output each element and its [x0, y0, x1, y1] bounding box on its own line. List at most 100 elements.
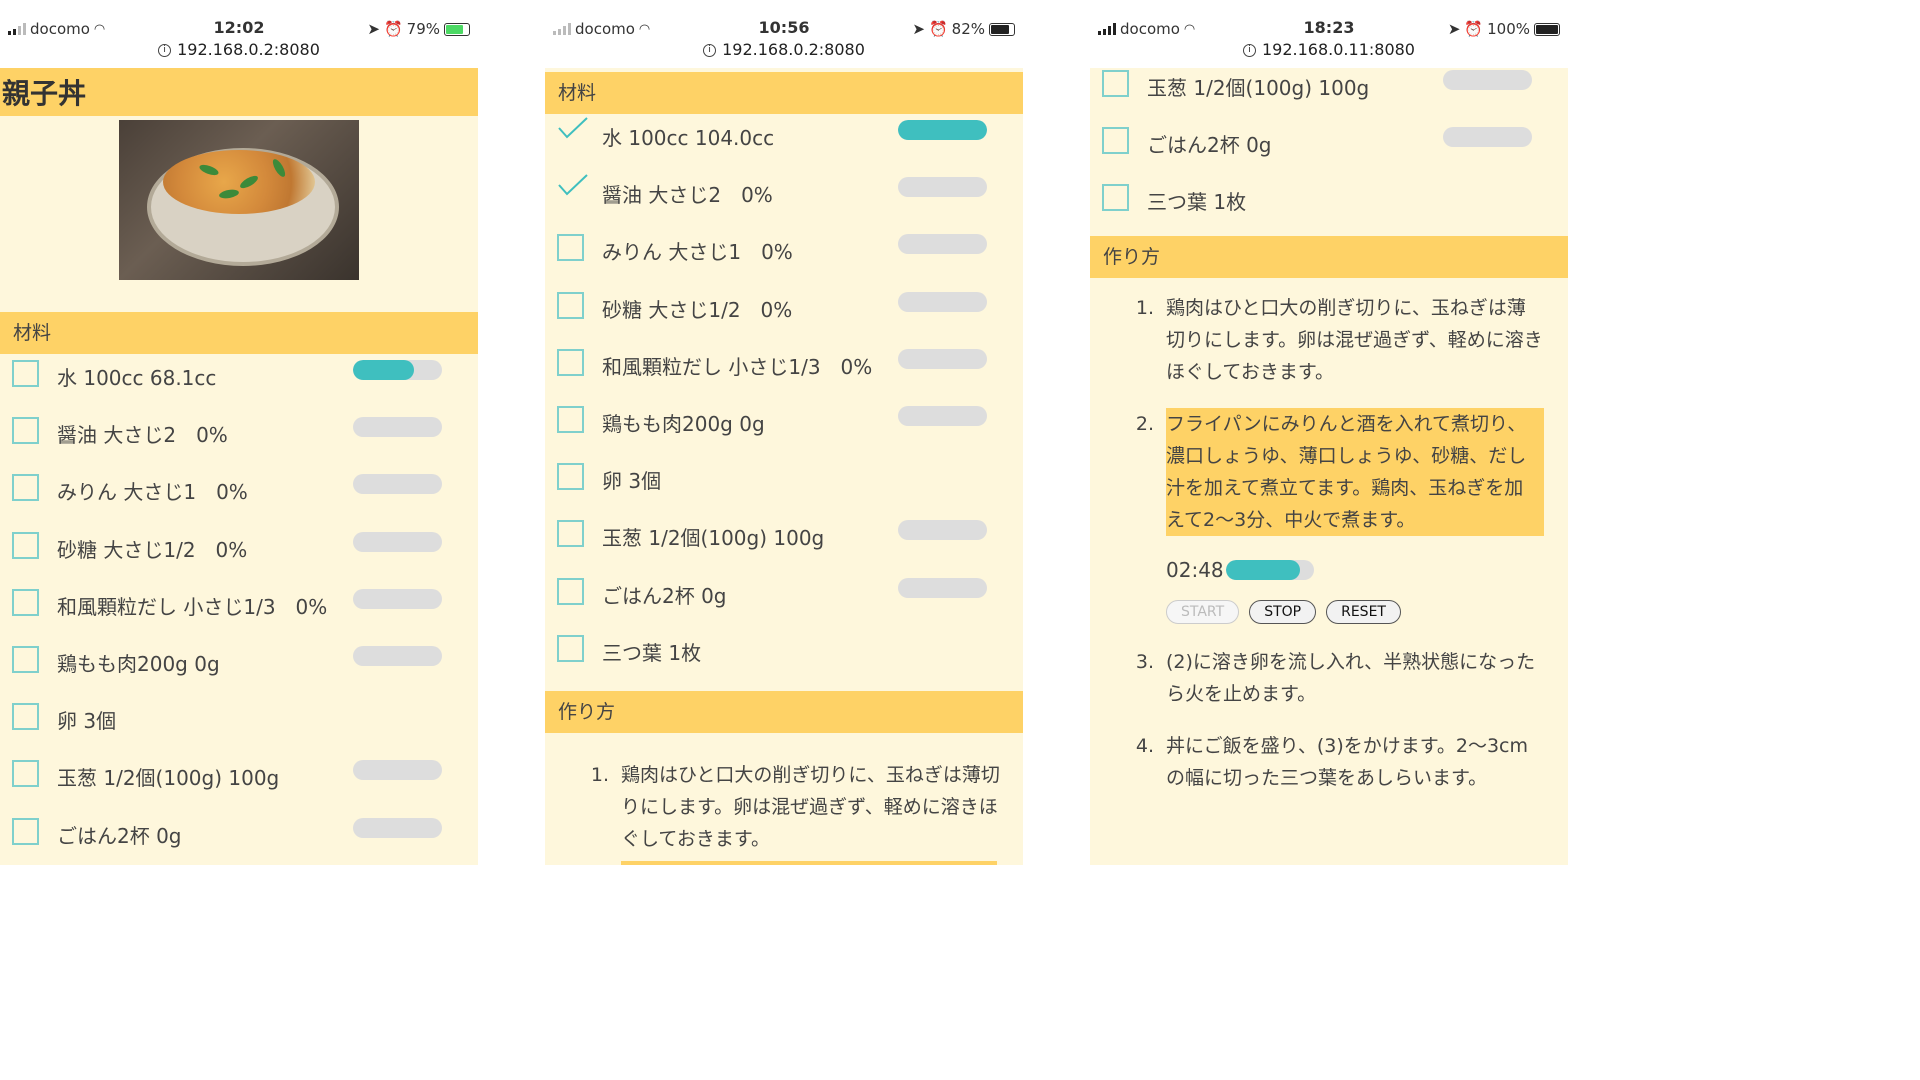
- status-bar: docomo ◠ 12:02 ➤ ⏰ 79%: [0, 0, 478, 40]
- address-bar[interactable]: i 192.168.0.2:8080: [545, 40, 1023, 69]
- ingredient-row[interactable]: 玉葱 1/2個(100g) 100g: [545, 514, 1023, 571]
- ingredient-label: ごはん2杯 0g: [602, 583, 727, 608]
- ingredients-header: 材料: [545, 72, 1023, 114]
- ingredient-row[interactable]: ごはん2杯 0g: [0, 812, 478, 866]
- ingredient-checkbox[interactable]: [12, 703, 39, 731]
- step-text: フライパンにみりんと酒を入れて煮切り、濃口しょうゆ、薄口しょうゆ、砂糖、だし汁を…: [1166, 407, 1544, 536]
- ingredient-row[interactable]: 玉葱 1/2個(100g) 100g: [1090, 68, 1568, 121]
- timer: 02:48: [1166, 558, 1544, 582]
- ingredient-checkbox[interactable]: [12, 760, 39, 788]
- ingredient-row[interactable]: 鶏もも肉200g 0g: [545, 400, 1023, 457]
- ingredient-row[interactable]: 鶏もも肉200g 0g: [0, 640, 478, 697]
- ingredient-label: 三つ葉 1枚: [1147, 190, 1247, 215]
- scale-progress-fill: [898, 120, 987, 140]
- scale-progress-bar: [898, 348, 987, 369]
- ingredient-checkbox[interactable]: [1102, 70, 1129, 97]
- ingredient-label: 水 100cc 104.0cc: [602, 126, 775, 150]
- timer-reset-button[interactable]: RESET: [1326, 599, 1401, 624]
- phone-screen-2: docomo ◠ 10:56 ➤ ⏰ 82% i 192.168.0.2:8080…: [545, 0, 1023, 865]
- ingredient-row[interactable]: 水 100cc 68.1cc: [0, 354, 478, 411]
- step-text: 鶏肉はひと口大の削ぎ切りに、玉ねぎは薄切りにします。卵は混ぜ過ぎず、軽めに溶きほ…: [1166, 296, 1543, 383]
- ingredient-checkbox[interactable]: [12, 588, 39, 616]
- ingredient-label: 醤油 大さじ2 0%: [602, 183, 773, 208]
- ingredient-row[interactable]: みりん 大さじ1 0%: [0, 468, 478, 525]
- ingredient-row[interactable]: 三つ葉 1枚: [545, 629, 1023, 686]
- url-text: 192.168.0.2:8080: [177, 40, 320, 59]
- timer-stop-button[interactable]: STOP: [1249, 599, 1317, 624]
- ingredient-row[interactable]: 卵 3個: [545, 457, 1023, 514]
- step-text: 丼にご飯を盛り、(3)をかけます。2〜3cmの幅に切った三つ葉をあしらいます。: [1166, 734, 1529, 789]
- scale-progress-bar: [353, 417, 442, 438]
- scale-progress-bar: [353, 360, 442, 380]
- ingredient-row[interactable]: みりん 大さじ1 0%: [545, 228, 1023, 285]
- scale-progress-bar: [1443, 127, 1532, 148]
- ingredient-checkbox[interactable]: [12, 645, 39, 673]
- ingredient-row[interactable]: 卵 3個: [0, 697, 478, 754]
- timer-progress: [1225, 559, 1314, 580]
- ingredient-row[interactable]: 醤油 大さじ2 0%: [545, 171, 1023, 228]
- ingredient-checkbox[interactable]: [12, 417, 39, 445]
- alarm-icon: ⏰: [383, 20, 403, 38]
- timer-start-button[interactable]: START: [1166, 599, 1240, 624]
- ingredient-checkbox[interactable]: [557, 577, 584, 605]
- ingredient-row[interactable]: 砂糖 大さじ1/2 0%: [545, 286, 1023, 343]
- battery-icon: [1534, 22, 1560, 36]
- scale-progress-bar: [898, 520, 987, 541]
- scale-progress-bar: [353, 817, 442, 838]
- page-content: 材料 水 100cc 104.0cc 醤油 大さじ2 0% みりん 大さじ1 0% 砂…: [545, 68, 1023, 865]
- ingredient-row[interactable]: 和風顆粒だし 小さじ1/3 0%: [545, 343, 1023, 400]
- ingredient-checkbox[interactable]: [557, 348, 584, 376]
- address-bar[interactable]: i 192.168.0.2:8080: [0, 40, 478, 69]
- location-icon: ➤: [367, 20, 380, 38]
- info-icon: i: [1243, 44, 1256, 57]
- address-bar[interactable]: i 192.168.0.11:8080: [1090, 40, 1568, 69]
- ingredient-row[interactable]: 和風顆粒だし 小さじ1/3 0%: [0, 583, 478, 640]
- checkmark-icon[interactable]: [557, 173, 589, 197]
- ingredient-checkbox[interactable]: [557, 634, 584, 662]
- ingredient-row[interactable]: 水 100cc 104.0cc: [545, 114, 1023, 171]
- ingredient-label: 和風顆粒だし 小さじ1/3 0%: [602, 354, 873, 379]
- steps-header: 作り方: [545, 690, 1023, 733]
- url-text: 192.168.0.2:8080: [722, 40, 865, 59]
- alarm-icon: ⏰: [928, 20, 948, 38]
- step-item: 1. 鶏肉はひと口大の削ぎ切りに、玉ねぎは薄切りにします。卵は混ぜ過ぎず、軽めに…: [545, 759, 1003, 855]
- ingredient-label: 玉葱 1/2個(100g) 100g: [57, 766, 280, 791]
- ingredient-label: 玉葱 1/2個(100g) 100g: [602, 526, 825, 551]
- ingredient-checkbox[interactable]: [12, 531, 39, 559]
- ingredient-label: 玉葱 1/2個(100g) 100g: [1147, 76, 1370, 100]
- ingredient-label: みりん 大さじ1 0%: [57, 480, 248, 505]
- ingredient-checkbox[interactable]: [557, 520, 584, 548]
- ingredient-row[interactable]: 玉葱 1/2個(100g) 100g: [0, 754, 478, 811]
- ingredient-row[interactable]: 三つ葉 1枚: [1090, 178, 1568, 235]
- status-bar: docomo ◠ 18:23 ➤ ⏰ 100%: [1090, 0, 1568, 40]
- ingredient-checkbox[interactable]: [557, 405, 584, 433]
- ingredient-checkbox[interactable]: [12, 360, 39, 387]
- ingredient-label: 三つ葉 1枚: [602, 640, 702, 665]
- scale-progress-fill: [353, 360, 414, 380]
- location-icon: ➤: [1447, 20, 1461, 38]
- ingredient-checkbox[interactable]: [557, 234, 584, 262]
- ingredient-list: 水 100cc 68.1cc 醤油 大さじ2 0% みりん 大さじ1 0% 砂糖 大さ…: [0, 354, 478, 865]
- ingredient-label: ごはん2杯 0g: [1147, 133, 1272, 158]
- checkmark-icon[interactable]: [557, 116, 589, 140]
- ingredient-checkbox[interactable]: [12, 474, 39, 502]
- ingredient-row[interactable]: ごはん2杯 0g: [545, 572, 1023, 629]
- steps-header: 作り方: [1090, 235, 1568, 278]
- ingredient-checkbox[interactable]: [1102, 127, 1129, 155]
- ingredient-row[interactable]: 醤油 大さじ2 0%: [0, 411, 478, 468]
- battery-percent: 79%: [406, 20, 440, 38]
- scale-progress-bar: [898, 291, 987, 312]
- ingredient-checkbox[interactable]: [557, 291, 584, 319]
- ingredient-label: ごはん2杯 0g: [57, 823, 182, 848]
- ingredient-row[interactable]: ごはん2杯 0g: [1090, 121, 1568, 178]
- battery-icon: [989, 22, 1015, 36]
- step-text: 鶏肉はひと口大の削ぎ切りに、玉ねぎは薄切りにします。卵は混ぜ過ぎず、軽めに溶きほ…: [621, 763, 1000, 850]
- step-number: 3.: [1135, 650, 1154, 673]
- ingredient-checkbox[interactable]: [12, 817, 39, 845]
- ingredient-checkbox[interactable]: [1102, 184, 1129, 212]
- battery-percent: 100%: [1487, 20, 1530, 38]
- scale-progress-bar: [1443, 70, 1532, 90]
- ingredient-label: 砂糖 大さじ1/2 0%: [602, 297, 793, 322]
- ingredient-row[interactable]: 砂糖 大さじ1/2 0%: [0, 526, 478, 583]
- ingredient-checkbox[interactable]: [557, 463, 584, 491]
